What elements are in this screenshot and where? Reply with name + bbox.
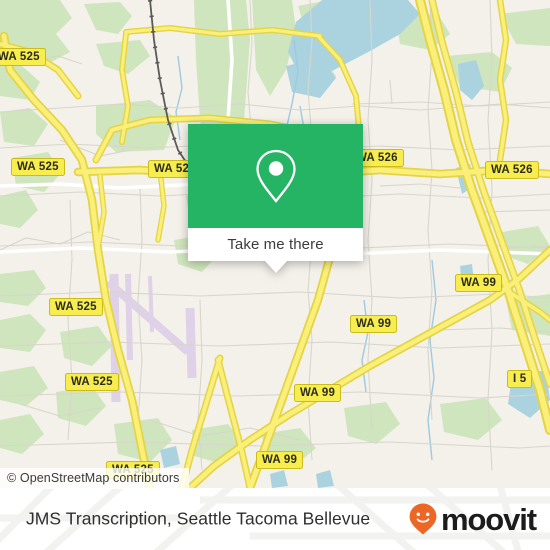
popup-pointer-tail	[264, 261, 287, 273]
shield-wa-99[interactable]: WA 99	[455, 274, 503, 293]
place-title: JMS Transcription, Seattle Tacoma Bellev…	[26, 508, 371, 529]
shield-wa-99[interactable]: WA 99	[350, 315, 398, 334]
shield-wa-99[interactable]: WA 99	[294, 384, 342, 403]
map-pin-icon	[255, 149, 296, 203]
map-page: WA 525 WA 525 WA 526 WA 526 WA 526 WA 99…	[0, 0, 550, 550]
shield-wa-99[interactable]: WA 99	[256, 451, 304, 470]
moovit-wordmark: moovit	[440, 501, 537, 537]
shield-wa-526[interactable]: WA 526	[485, 161, 539, 180]
shield-wa-525[interactable]: WA 525	[65, 373, 119, 392]
shield-wa-525[interactable]: WA 525	[0, 48, 46, 67]
shield-i-5[interactable]: I 5	[507, 370, 533, 389]
take-me-there-label: Take me there	[227, 236, 324, 253]
osm-attribution[interactable]: © OpenStreetMap contributors	[0, 468, 189, 489]
popup-header	[188, 124, 363, 228]
shield-wa-525[interactable]: WA 525	[11, 158, 65, 177]
shield-wa-525[interactable]: WA 525	[49, 298, 103, 317]
moovit-smiley-pin-icon	[409, 503, 437, 535]
location-popup-card[interactable]: Take me there	[188, 124, 363, 273]
footer-bar: JMS Transcription, Seattle Tacoma Bellev…	[0, 488, 550, 550]
popup-action-row[interactable]: Take me there	[188, 228, 363, 261]
moovit-brand[interactable]: moovit	[408, 501, 537, 537]
